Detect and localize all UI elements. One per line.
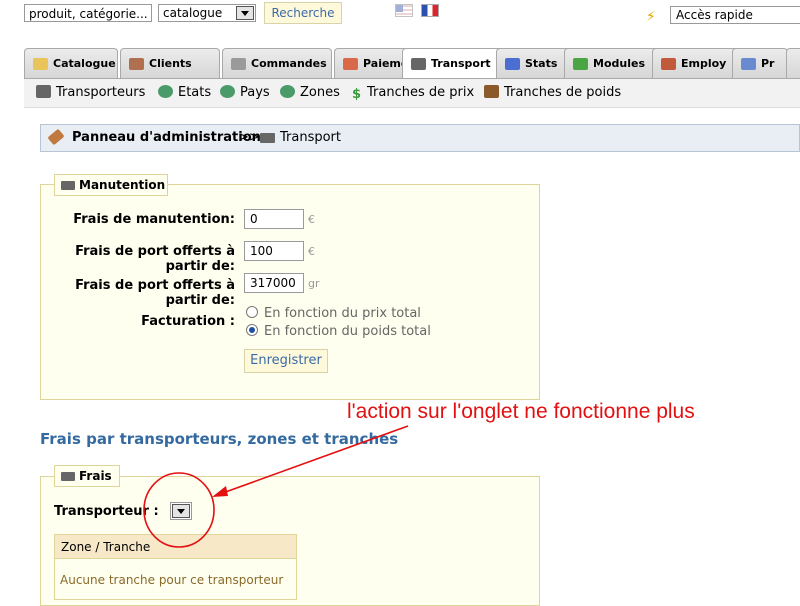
annotation-overlay (143, 425, 409, 548)
annotation-circle (143, 472, 215, 548)
annotation-arrow (219, 425, 409, 495)
arrow-head (212, 486, 228, 497)
